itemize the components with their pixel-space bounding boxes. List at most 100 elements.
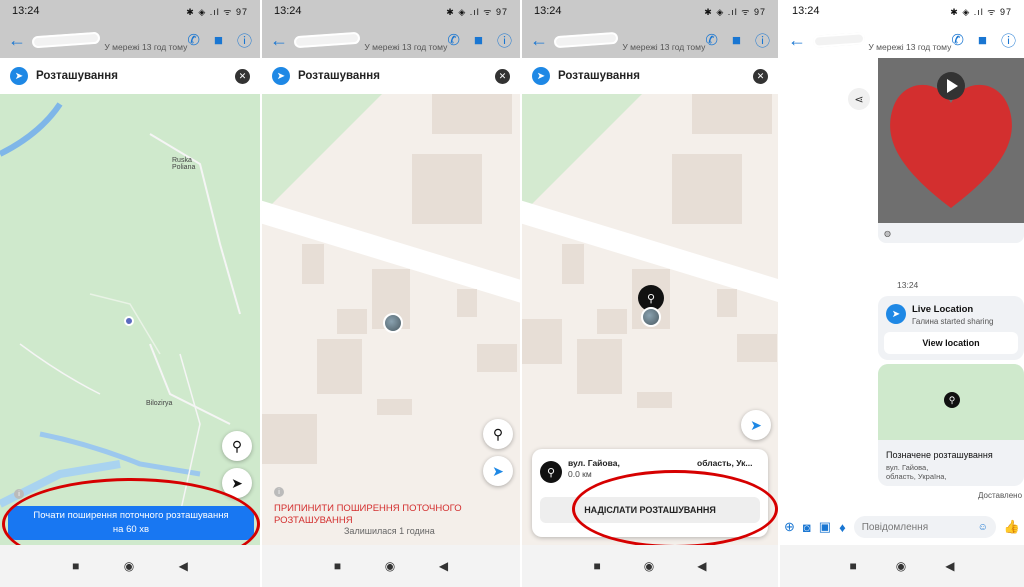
android-nav-bar: ■ ◉ ◀ [780, 545, 1024, 587]
user-avatar-marker [641, 307, 661, 327]
info-icon[interactable]: ⓘ [755, 30, 770, 51]
share-icon[interactable]: ⋖ [848, 88, 870, 110]
phone-icon[interactable]: ✆ [187, 31, 200, 49]
close-icon[interactable]: ✕ [495, 68, 510, 84]
home-icon[interactable]: ◉ [124, 559, 134, 573]
message-placeholder: Повідомлення [861, 521, 929, 533]
live-location-title: Live Location [912, 304, 974, 315]
shared-video-thumbnail[interactable] [878, 58, 1024, 223]
location-arrow-icon: ➤ [532, 67, 550, 85]
address-tail: область, Ук... [697, 458, 753, 468]
back-triangle-icon[interactable]: ◀ [945, 559, 954, 573]
home-icon[interactable]: ◉ [896, 559, 906, 573]
home-icon[interactable]: ◉ [385, 559, 395, 573]
recent-apps-icon[interactable]: ■ [72, 559, 79, 573]
gallery-icon[interactable]: ▣ [819, 519, 831, 535]
video-camera-icon[interactable]: ■ [214, 32, 223, 49]
compose-bar: ⊕ ◙ ▣ ♦ Повідомлення ☺ 👍 [780, 513, 1024, 541]
status-time: 13:24 [12, 5, 40, 17]
info-small-icon[interactable]: i [274, 487, 284, 497]
location-sheet-header: ➤ Розташування ✕ [262, 58, 520, 94]
info-icon[interactable]: ⓘ [497, 30, 512, 51]
back-triangle-icon[interactable]: ◀ [439, 559, 448, 573]
android-nav-bar: ■ ◉ ◀ [0, 545, 260, 587]
location-pin-icon: ⚲ [944, 392, 960, 408]
chat-subtitle: У мережі 13 год тому [104, 42, 188, 52]
status-bar: 13:24 ✱ ◈ .ıl ᯤ 97 [0, 0, 260, 22]
view-location-button[interactable]: View location [884, 332, 1018, 354]
emoji-icon[interactable]: ☺ [978, 522, 988, 533]
redacted-contact-name [812, 32, 865, 48]
status-icons: ✱ ◈ .ıl ᯤ 97 [446, 6, 508, 17]
status-bar: 13:24 ✱ ◈ .ıl ᯤ 97 [780, 0, 1024, 22]
pin-button[interactable]: ⚲ [483, 419, 513, 449]
back-triangle-icon[interactable]: ◀ [179, 559, 188, 573]
stop-sharing-button[interactable]: ПРИПИНИТИ ПОШИРЕННЯ ПОТОЧНОГО РОЗТАШУВАН… [274, 503, 514, 527]
thumbs-up-icon[interactable]: 👍 [1004, 519, 1020, 535]
close-icon[interactable]: ✕ [235, 68, 250, 84]
building [562, 244, 584, 284]
screenshot-panel-stop-sharing: 13:24 ✱ ◈ .ıl ᯤ 97 ← У мережі 13 год том… [262, 0, 520, 587]
navigate-arrow-button[interactable]: ➤ [741, 410, 771, 440]
back-arrow-icon[interactable]: ← [530, 30, 548, 51]
status-bar: 13:24 ✱ ◈ .ıl ᯤ 97 [522, 0, 778, 22]
video-footer: ◍ [878, 223, 1024, 243]
android-nav-bar: ■ ◉ ◀ [522, 545, 778, 587]
building [337, 309, 367, 334]
pinned-location-card[interactable]: ⚲ Позначене розташування вул. Гайова, об… [878, 364, 1024, 486]
building [317, 339, 362, 394]
back-arrow-icon[interactable]: ← [788, 30, 807, 51]
camera-icon[interactable]: ◙ [803, 520, 811, 535]
address-text: вул. Гайова, [568, 458, 620, 468]
video-camera-icon[interactable]: ■ [978, 32, 987, 49]
redacted-contact-name [31, 31, 101, 49]
recent-apps-icon[interactable]: ■ [594, 559, 601, 573]
chat-header: ← У мережі 13 год тому ✆ ■ ⓘ [262, 22, 520, 58]
status-time: 13:24 [274, 5, 302, 17]
info-icon[interactable]: ⓘ [237, 30, 252, 51]
chat-subtitle: У мережі 13 год тому [622, 42, 706, 52]
plus-icon[interactable]: ⊕ [784, 519, 795, 535]
video-camera-icon[interactable]: ■ [732, 32, 741, 49]
status-time: 13:24 [534, 5, 562, 17]
microphone-icon[interactable]: ♦ [839, 520, 846, 535]
chat-subtitle: У мережі 13 год тому [868, 42, 952, 52]
phone-icon[interactable]: ✆ [951, 31, 964, 49]
back-arrow-icon[interactable]: ← [270, 30, 288, 51]
location-arrow-icon: ➤ [10, 67, 28, 85]
building [577, 339, 622, 394]
recent-apps-icon[interactable]: ■ [334, 559, 341, 573]
chat-subtitle: У мережі 13 год тому [364, 42, 448, 52]
info-small-icon[interactable]: i [14, 489, 24, 499]
message-input[interactable]: Повідомлення ☺ [853, 516, 996, 538]
android-nav-bar: ■ ◉ ◀ [262, 545, 520, 587]
video-camera-icon[interactable]: ■ [474, 32, 483, 49]
info-icon[interactable]: ⓘ [1001, 30, 1016, 51]
phone-icon[interactable]: ✆ [447, 31, 460, 49]
red-annotation-circle [572, 470, 778, 548]
live-location-card: ➤ Live Location Галина started sharing V… [878, 296, 1024, 360]
recent-apps-icon[interactable]: ■ [850, 559, 857, 573]
building [522, 319, 562, 364]
place-label: Bilozirya [146, 400, 173, 407]
phone-icon[interactable]: ✆ [705, 31, 718, 49]
pin-button[interactable]: ⚲ [222, 431, 252, 461]
distance-text: 0.0 км [568, 469, 592, 479]
sheet-title: Розташування [558, 70, 640, 82]
back-triangle-icon[interactable]: ◀ [697, 559, 706, 573]
heart-sticker [890, 72, 1012, 208]
home-icon[interactable]: ◉ [644, 559, 654, 573]
map-view[interactable]: ⚲ ➤ i [262, 94, 520, 545]
map-green-area [522, 94, 642, 214]
screenshot-panel-start-sharing: 13:24 ✱ ◈ .ıl ᯤ 97 ← У мережі 13 год том… [0, 0, 260, 587]
navigate-arrow-button[interactable]: ➤ [483, 456, 513, 486]
location-sheet-header: ➤ Розташування ✕ [522, 58, 778, 94]
building [597, 309, 627, 334]
place-label: Ruska Poliana [172, 157, 196, 171]
view-location-label: View location [922, 338, 980, 348]
chat-header: ← У мережі 13 год тому ✆ ■ ⓘ [522, 22, 778, 58]
status-icons: ✱ ◈ .ıl ᯤ 97 [186, 6, 248, 17]
back-arrow-icon[interactable]: ← [8, 30, 26, 51]
close-icon[interactable]: ✕ [753, 68, 768, 84]
building [692, 94, 772, 134]
